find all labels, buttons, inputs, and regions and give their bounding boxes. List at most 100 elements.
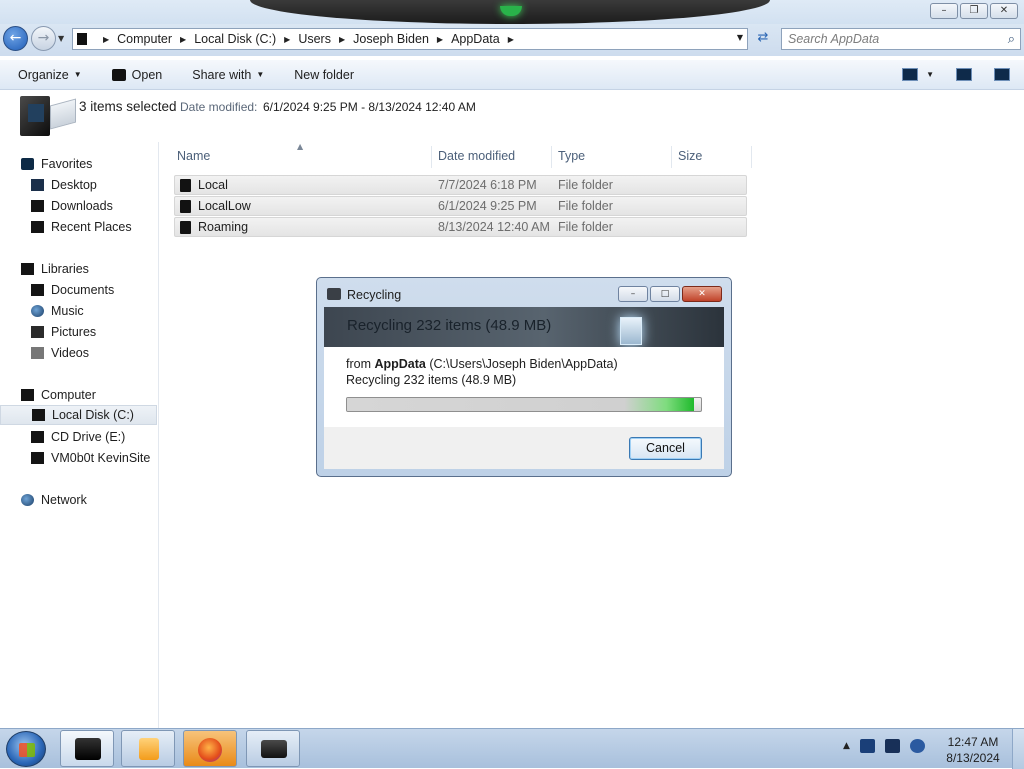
chevron-right-icon[interactable]: ▶: [437, 35, 443, 44]
dialog-close-button[interactable]: ✕: [682, 286, 722, 302]
chevron-down-icon[interactable]: ▼: [926, 70, 934, 79]
help-icon[interactable]: [994, 68, 1010, 81]
chevron-right-icon[interactable]: ▶: [103, 35, 109, 44]
taskbar-clock[interactable]: 12:47 AM 8/13/2024: [938, 734, 1008, 766]
recent-pages-dropdown[interactable]: ▼: [58, 34, 64, 43]
file-date: 6/1/2024 9:25 PM: [438, 199, 537, 213]
status-text: Recycling 232 items (48.9 MB): [346, 373, 517, 387]
view-buttons: ▼: [902, 68, 1010, 81]
taskbar-recycling[interactable]: [246, 730, 300, 767]
nav-local-disk[interactable]: Local Disk (C:): [0, 405, 157, 425]
breadcrumb-users[interactable]: Users: [298, 32, 331, 46]
dialog-banner: Recycling 232 items (48.9 MB): [324, 307, 724, 347]
folder-icon: [180, 221, 191, 234]
desktop-icon: [31, 179, 44, 191]
dialog-minimize-button[interactable]: –: [618, 286, 648, 302]
system-tray: ▲: [843, 739, 925, 753]
cancel-button[interactable]: Cancel: [629, 437, 702, 460]
date-modified-value: 6/1/2024 9:25 PM - 8/13/2024 12:40 AM: [263, 100, 476, 114]
new-folder-button[interactable]: New folder: [294, 60, 354, 89]
file-row-roaming[interactable]: Roaming 8/13/2024 12:40 AM File folder: [174, 217, 747, 237]
column-date-modified[interactable]: Date modified: [438, 149, 515, 163]
videos-icon: [31, 347, 44, 359]
file-row-local[interactable]: Local 7/7/2024 6:18 PM File folder: [174, 175, 747, 195]
breadcrumb-user[interactable]: Joseph Biden: [353, 32, 429, 46]
firefox-icon: [198, 738, 222, 762]
address-row: ← → ▼ ▶ Computer ▶ Local Disk (C:) ▶ Use…: [0, 24, 1024, 56]
back-button[interactable]: ←: [3, 26, 28, 51]
column-size[interactable]: Size: [678, 149, 702, 163]
search-icon[interactable]: ⌕: [1008, 31, 1015, 47]
nav-documents[interactable]: Documents: [0, 280, 157, 300]
chevron-right-icon[interactable]: ▶: [339, 35, 345, 44]
column-name[interactable]: Name: [177, 149, 210, 163]
chevron-down-icon: ▼: [73, 70, 82, 79]
title-bar[interactable]: – ❐ ✕: [0, 0, 1024, 24]
nav-computer[interactable]: Computer: [0, 385, 157, 405]
nav-videos[interactable]: Videos: [0, 343, 157, 363]
notch-glow: [500, 6, 522, 16]
recent-places-icon: [31, 221, 44, 233]
nav-desktop[interactable]: Desktop: [0, 175, 157, 195]
chevron-down-icon: ▼: [256, 70, 265, 79]
nav-recent-places[interactable]: Recent Places: [0, 217, 157, 237]
address-bar[interactable]: ▶ Computer ▶ Local Disk (C:) ▶ Users ▶ J…: [72, 28, 748, 50]
volume-icon[interactable]: [909, 739, 925, 753]
chevron-right-icon[interactable]: ▶: [284, 35, 290, 44]
start-button[interactable]: [6, 731, 46, 767]
chevron-right-icon[interactable]: ▶: [180, 35, 186, 44]
refresh-icon[interactable]: ⇄: [752, 30, 774, 50]
recycle-bin-glow-icon: [620, 317, 642, 345]
dialog-maximize-button[interactable]: □: [650, 286, 680, 302]
file-type: File folder: [558, 199, 613, 213]
file-date: 8/13/2024 12:40 AM: [438, 220, 550, 234]
details-pane: 3 items selected Date modified: 6/1/2024…: [0, 90, 1024, 142]
taskbar-media-player[interactable]: [121, 730, 175, 767]
disk-icon: [32, 409, 45, 421]
file-row-locallow[interactable]: LocalLow 6/1/2024 9:25 PM File folder: [174, 196, 747, 216]
organize-button[interactable]: Organize ▼: [18, 60, 82, 89]
close-button[interactable]: ✕: [990, 3, 1018, 19]
nav-network-share[interactable]: VM0b0t KevinSite: [0, 448, 157, 468]
address-dropdown-icon[interactable]: ▼: [737, 33, 743, 42]
nav-downloads[interactable]: Downloads: [0, 196, 157, 216]
recycling-dialog: Recycling – □ ✕ Recycling 232 items (48.…: [316, 277, 732, 477]
column-divider[interactable]: [671, 146, 672, 168]
show-desktop-button[interactable]: [1012, 729, 1024, 769]
column-divider[interactable]: [751, 146, 752, 168]
breadcrumb-computer[interactable]: Computer: [117, 32, 172, 46]
breadcrumb-appdata[interactable]: AppData: [451, 32, 500, 46]
folder-icon: [77, 33, 87, 45]
nav-music[interactable]: Music: [0, 301, 157, 321]
nav-pictures[interactable]: Pictures: [0, 322, 157, 342]
column-divider[interactable]: [431, 146, 432, 168]
nav-libraries[interactable]: Libraries: [0, 259, 157, 279]
change-view-icon[interactable]: [902, 68, 919, 81]
selection-folder-icon: [20, 96, 50, 136]
nav-label: Desktop: [51, 178, 97, 192]
restore-button[interactable]: ❐: [960, 3, 988, 19]
preview-pane-icon[interactable]: [956, 68, 972, 81]
taskbar-explorer[interactable]: [60, 730, 114, 767]
chevron-right-icon[interactable]: ▶: [508, 35, 514, 44]
share-with-button[interactable]: Share with ▼: [192, 60, 264, 89]
nav-cd-drive[interactable]: CD Drive (E:): [0, 427, 157, 447]
nav-network[interactable]: Network: [0, 490, 157, 510]
column-divider[interactable]: [551, 146, 552, 168]
nav-label: Videos: [51, 346, 89, 360]
forward-button[interactable]: →: [31, 26, 56, 51]
breadcrumb-local-disk[interactable]: Local Disk (C:): [194, 32, 276, 46]
open-button[interactable]: Open: [111, 60, 162, 89]
minimize-button[interactable]: –: [930, 3, 958, 19]
network-tray-icon[interactable]: [884, 739, 900, 753]
taskbar-firefox[interactable]: [183, 730, 237, 767]
downloads-icon: [31, 200, 44, 212]
nav-favorites[interactable]: Favorites: [0, 154, 157, 174]
nav-label: Pictures: [51, 325, 97, 339]
file-name: Roaming: [198, 220, 249, 234]
action-center-icon[interactable]: [859, 739, 875, 753]
search-input[interactable]: Search AppData ⌕: [781, 28, 1021, 50]
column-type[interactable]: Type: [558, 149, 585, 163]
search-placeholder: Search AppData: [788, 32, 880, 46]
show-hidden-icons-icon[interactable]: ▲: [843, 741, 850, 751]
